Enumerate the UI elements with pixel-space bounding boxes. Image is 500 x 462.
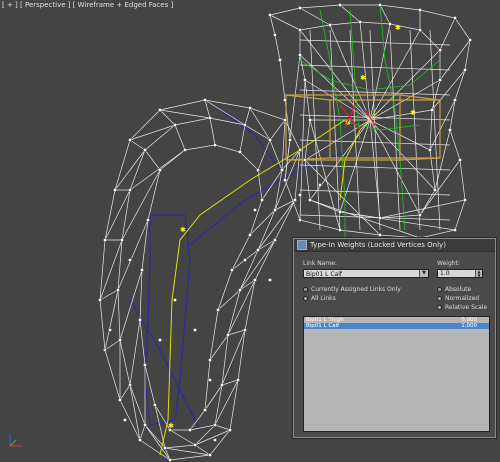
weight-label: Weight: xyxy=(437,260,460,267)
list-item-selected[interactable]: Bip01 L Calf 1.000 xyxy=(304,323,489,329)
radio-current-label: Currently Assigned Links Only xyxy=(311,286,401,293)
radio-dot-icon xyxy=(437,305,442,310)
spinner-arrows-icon[interactable]: ▲ ▼ xyxy=(475,270,482,277)
radio-all-label: All Links xyxy=(311,295,336,302)
radio-all-links[interactable]: All Links xyxy=(303,295,336,302)
radio-absolute-label: Absolute xyxy=(445,286,472,293)
radio-normalized-label: Normalized xyxy=(445,295,480,302)
svg-text:✱: ✱ xyxy=(168,422,174,430)
viewport-menu-shading[interactable]: [ Wireframe + Edged Faces ] xyxy=(73,1,174,9)
viewport-menu-plus[interactable]: [ + ] xyxy=(2,1,18,9)
link-name-value: Bip01 L Calf xyxy=(306,271,343,278)
svg-text:✱: ✱ xyxy=(180,226,186,234)
radio-dot-icon xyxy=(303,287,308,292)
radio-dot-icon xyxy=(303,296,308,301)
perspective-viewport[interactable]: ✱ ✱ ✱ ✱ ✱ ✱ [ + ] [ Perspective ] [ Wireframe… xyxy=(0,0,500,462)
dialog-titlebar[interactable]: Type-In Weights (Locked Vertices Only) xyxy=(294,239,495,252)
radio-currently-assigned[interactable]: Currently Assigned Links Only xyxy=(303,286,401,293)
link-name: Bip01 L Calf xyxy=(306,323,340,329)
dialog-title: Type-In Weights (Locked Vertices Only) xyxy=(310,241,446,249)
radio-relative-label: Relative Scale xyxy=(445,304,488,311)
radio-dot-icon xyxy=(437,296,442,301)
weight-spinner[interactable]: 1.0 ▲ ▼ xyxy=(437,269,483,278)
weight-value: 1.0 xyxy=(440,270,450,277)
viewport-menu-view[interactable]: [ Perspective ] xyxy=(20,1,70,9)
viewport-label: [ + ] [ Perspective ] [ Wireframe + Edge… xyxy=(2,1,173,9)
radio-relative-scale[interactable]: Relative Scale xyxy=(437,304,487,311)
radio-normalized[interactable]: Normalized xyxy=(437,295,479,302)
link-weight: 1.000 xyxy=(461,323,477,329)
type-in-weights-dialog[interactable]: Type-In Weights (Locked Vertices Only) L… xyxy=(293,238,496,438)
links-weight-list[interactable]: Bip01 L Thigh 0.000 Bip01 L Calf 1.000 xyxy=(303,316,490,432)
chevron-down-icon[interactable]: ▼ xyxy=(419,270,428,277)
link-name-label: Link Name: xyxy=(303,260,337,267)
link-name-dropdown[interactable]: Bip01 L Calf ▼ xyxy=(303,269,429,278)
svg-text:✱: ✱ xyxy=(360,74,366,82)
radio-dot-icon xyxy=(437,287,442,292)
app-icon xyxy=(297,240,307,250)
svg-text:✱: ✱ xyxy=(395,24,401,32)
radio-absolute[interactable]: Absolute xyxy=(437,286,471,293)
svg-text:✱: ✱ xyxy=(410,109,416,117)
axis-tripod-icon xyxy=(9,434,22,447)
